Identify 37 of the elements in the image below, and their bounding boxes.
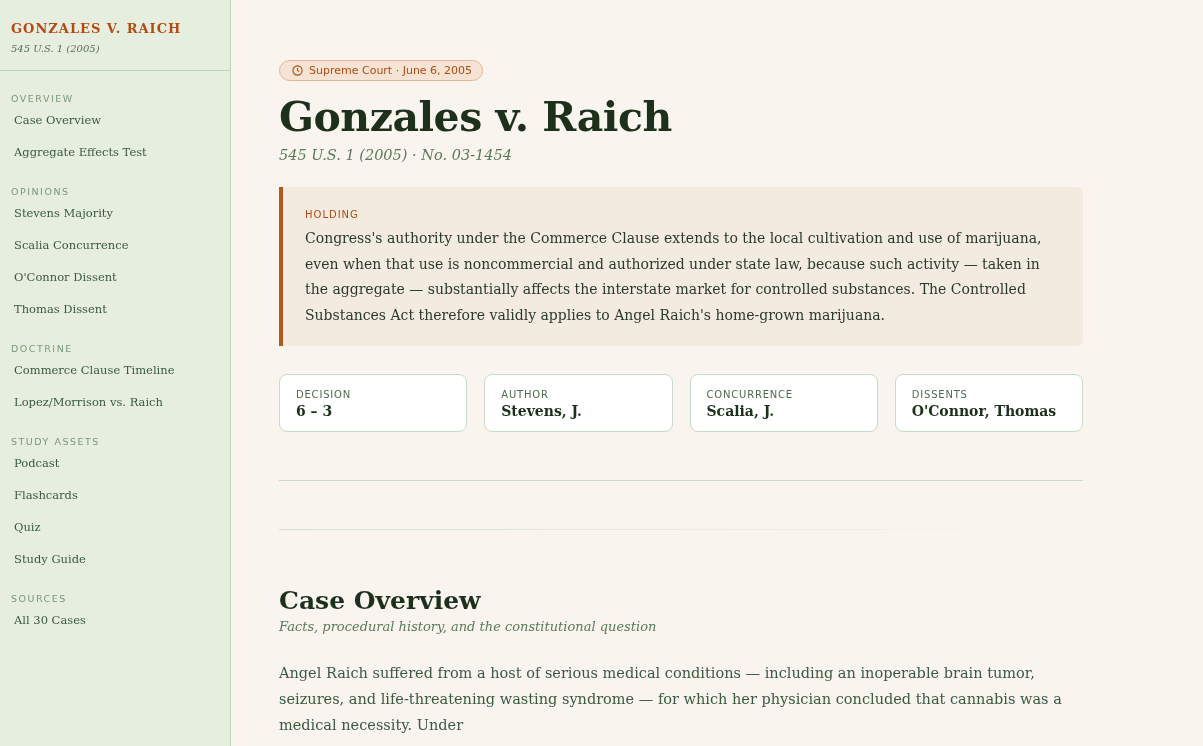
fact-label: DISSENTS: [911, 389, 968, 400]
case-citation: 545 U.S. 1 (2005) · No. 03-1454: [279, 147, 513, 163]
nav-link[interactable]: Study Guide: [0, 549, 200, 581]
holding-label: HOLDING: [305, 209, 359, 220]
fact-label: AUTHOR: [501, 389, 549, 400]
nav-section-heading: OVERVIEW: [10, 93, 75, 104]
case-title: Gonzales v. Raich: [279, 93, 673, 141]
nav-link[interactable]: O'Connor Dissent: [0, 267, 200, 299]
court-date-badge: Supreme Court · June 6, 2005: [279, 60, 484, 81]
nav-link[interactable]: Quiz: [0, 517, 200, 549]
nav-link[interactable]: Podcast: [0, 453, 200, 485]
nav-section-heading: SOURCES: [10, 593, 68, 604]
fact-label: DECISION: [296, 389, 351, 400]
fact-value: O'Connor, Thomas: [911, 403, 1057, 419]
nav-link[interactable]: Commerce Clause Timeline: [0, 360, 200, 392]
section-title: Case Overview: [279, 586, 482, 615]
fact-label: CONCURRENCE: [706, 389, 793, 400]
nav-section-heading: OPINIONS: [10, 186, 71, 197]
sidebar-title: GONZALES V. RAICH: [11, 21, 182, 36]
nav-link[interactable]: Scalia Concurrence: [0, 235, 200, 267]
nav-section-heading: STUDY ASSETS: [10, 436, 101, 447]
fact-value: 6 – 3: [296, 403, 333, 419]
nav-link[interactable]: Thomas Dissent: [0, 299, 200, 331]
sidebar-subtitle: 545 U.S. 1 (2005): [11, 43, 100, 54]
clock-icon: [292, 65, 303, 76]
nav-link[interactable]: Flashcards: [0, 485, 200, 517]
nav-section-heading: DOCTRINE: [10, 343, 74, 354]
fact-value: Stevens, J.: [501, 403, 582, 419]
overview-paragraph: Angel Raich suffered from a host of serious medical conditions — including an inoperable brain tumor, seizures, and life-threatening wasting syndrome — for which her physician concluded that cannabis was a medical necessity. Under: [279, 664, 1063, 735]
section-subtitle: Facts, procedural history, and the constitutional question: [279, 619, 658, 634]
nav-link[interactable]: All 30 Cases: [0, 610, 200, 642]
fact-value: Scalia, J.: [706, 403, 775, 419]
nav-link[interactable]: Case Overview: [0, 110, 200, 142]
nav-link[interactable]: Aggregate Effects Test: [0, 142, 200, 174]
nav-link[interactable]: Stevens Majority: [0, 203, 200, 235]
nav-link[interactable]: Lopez/Morrison vs. Raich: [0, 392, 200, 424]
holding-text: Congress's authority under the Commerce Clause extends to the local cultivation and use of marijuana, even when that use is noncommercial and authorized under state law, because such activity — taken in the aggregate — substantially affects the interstate market for controlled substances. The Controlled Substances Act therefore validly applies to Angel Raich's home-grown marijuana.: [305, 229, 1043, 325]
